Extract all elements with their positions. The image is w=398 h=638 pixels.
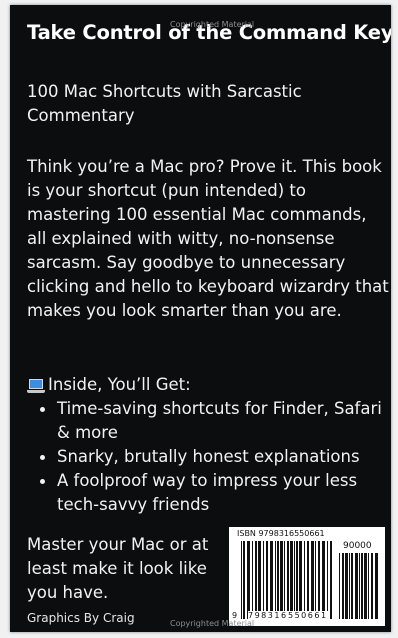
list-item: Time-saving shortcuts for Finder, Safari… [27, 397, 382, 445]
list-item: A foolproof way to impress your less tec… [27, 469, 382, 517]
isbn-barcode: ISBN 9798316550661 90000 9 798316 550661 [229, 527, 385, 626]
bullet-icon [40, 455, 45, 460]
graphics-credit: Graphics By Craig [27, 611, 135, 625]
barcode-digits-right: 550661 [288, 611, 328, 621]
book-back-cover: Take Control of the Command Key Copyrigh… [10, 5, 391, 632]
laptop-icon [27, 378, 45, 393]
copyright-watermark-top: Copyrighted Material [170, 20, 255, 29]
intro-paragraph: Think you’re a Mac pro? Prove it. This b… [27, 157, 389, 320]
list-item: Snarky, brutally honest explanations [27, 445, 382, 469]
inside-heading-row: Inside, You’ll Get: [27, 373, 372, 397]
closing-text: Master your Mac or at least make it look… [27, 535, 209, 602]
bullet-icon [40, 479, 45, 484]
price-code: 90000 [343, 541, 372, 551]
inside-heading: Inside, You’ll Get: [48, 375, 191, 394]
feature-list: Time-saving shortcuts for Finder, Safari… [27, 397, 382, 517]
cover-subtitle: 100 Mac Shortcuts with Sarcastic Comment… [27, 82, 302, 125]
bullet-icon [40, 407, 45, 412]
copyright-watermark-bottom: Copyrighted Material [170, 619, 255, 628]
isbn-label: ISBN 9798316550661 [237, 529, 325, 538]
